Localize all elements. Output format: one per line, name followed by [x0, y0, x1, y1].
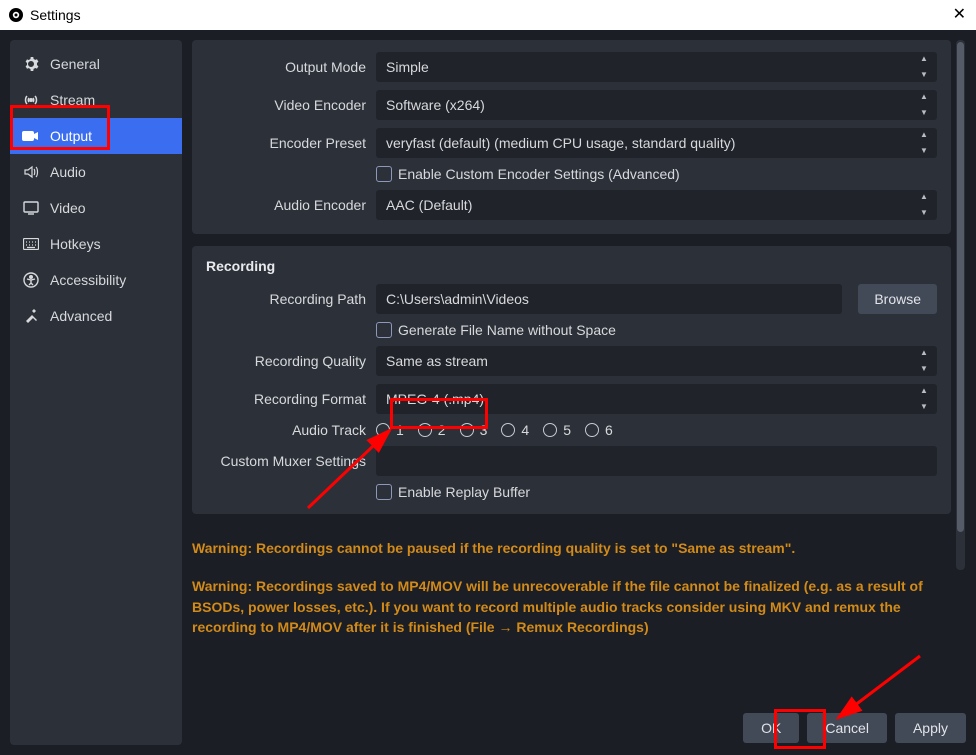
checkbox-label: Generate File Name without Space — [398, 322, 616, 338]
muxer-input[interactable] — [376, 446, 937, 476]
obs-icon — [8, 7, 24, 23]
select-value: Simple — [386, 59, 429, 75]
recording-format-select[interactable]: MPEG-4 (.mp4) ▲▼ — [376, 384, 937, 414]
sidebar: General Stream Output Audio Video Hotkey… — [10, 40, 182, 745]
close-icon[interactable]: ✕ — [953, 4, 966, 24]
audio-track-4[interactable]: 4 — [501, 422, 529, 438]
select-value: Same as stream — [386, 353, 488, 369]
checkbox-icon — [376, 484, 392, 500]
input-value: C:\Users\admin\Videos — [386, 291, 529, 307]
spinner-icon: ▲▼ — [915, 55, 933, 79]
spinner-icon: ▲▼ — [915, 193, 933, 217]
button-label: OK — [761, 720, 781, 736]
spinner-icon: ▲▼ — [915, 93, 933, 117]
spinner-icon: ▲▼ — [915, 387, 933, 411]
spinner-icon: ▲▼ — [915, 349, 933, 373]
sidebar-item-hotkeys[interactable]: Hotkeys — [10, 226, 182, 262]
audio-encoder-select[interactable]: AAC (Default) ▲▼ — [376, 190, 937, 220]
select-value: MPEG-4 (.mp4) — [386, 391, 484, 407]
warning-mp4: Warning: Recordings saved to MP4/MOV wil… — [192, 576, 932, 637]
audio-track-1[interactable]: 1 — [376, 422, 404, 438]
sidebar-item-label: Output — [50, 128, 92, 144]
custom-encoder-checkbox[interactable]: Enable Custom Encoder Settings (Advanced… — [376, 166, 680, 182]
radio-label: 1 — [396, 422, 404, 438]
checkbox-label: Enable Custom Encoder Settings (Advanced… — [398, 166, 680, 182]
window-title: Settings — [30, 7, 81, 23]
recording-path-input[interactable]: C:\Users\admin\Videos — [376, 284, 842, 314]
streaming-panel: Output Mode Simple ▲▼ Video Encoder Soft… — [192, 40, 951, 234]
radio-label: 2 — [438, 422, 446, 438]
audio-track-2[interactable]: 2 — [418, 422, 446, 438]
sidebar-item-label: Audio — [50, 164, 86, 180]
sidebar-item-video[interactable]: Video — [10, 190, 182, 226]
button-label: Apply — [913, 720, 948, 736]
sidebar-item-accessibility[interactable]: Accessibility — [10, 262, 182, 298]
select-value: veryfast (default) (medium CPU usage, st… — [386, 135, 735, 151]
output-icon — [22, 127, 40, 145]
audio-track-3[interactable]: 3 — [460, 422, 488, 438]
warning-pause: Warning: Recordings cannot be paused if … — [192, 538, 951, 558]
sidebar-item-audio[interactable]: Audio — [10, 154, 182, 190]
gear-icon — [22, 55, 40, 73]
replay-buffer-checkbox[interactable]: Enable Replay Buffer — [376, 484, 530, 500]
video-encoder-label: Video Encoder — [206, 97, 366, 113]
dialog-buttons: OK Cancel Apply — [743, 713, 966, 743]
recording-section-title: Recording — [206, 258, 937, 274]
cancel-button[interactable]: Cancel — [807, 713, 887, 743]
titlebar: Settings ✕ — [0, 0, 976, 30]
sidebar-item-label: Video — [50, 200, 86, 216]
gen-filename-checkbox[interactable]: Generate File Name without Space — [376, 322, 616, 338]
spinner-icon: ▲▼ — [915, 131, 933, 155]
sidebar-item-label: Accessibility — [50, 272, 126, 288]
button-label: Browse — [874, 291, 921, 307]
radio-label: 3 — [480, 422, 488, 438]
sidebar-item-stream[interactable]: Stream — [10, 82, 182, 118]
select-value: Software (x264) — [386, 97, 485, 113]
audio-track-label: Audio Track — [206, 422, 366, 438]
recording-quality-select[interactable]: Same as stream ▲▼ — [376, 346, 937, 376]
audio-track-5[interactable]: 5 — [543, 422, 571, 438]
sidebar-item-label: General — [50, 56, 100, 72]
output-mode-select[interactable]: Simple ▲▼ — [376, 52, 937, 82]
audio-encoder-label: Audio Encoder — [206, 197, 366, 213]
sidebar-item-advanced[interactable]: Advanced — [10, 298, 182, 334]
recording-panel: Recording Recording Path C:\Users\admin\… — [192, 246, 951, 514]
output-mode-label: Output Mode — [206, 59, 366, 75]
radio-label: 6 — [605, 422, 613, 438]
sidebar-item-general[interactable]: General — [10, 46, 182, 82]
radio-label: 5 — [563, 422, 571, 438]
keyboard-icon — [22, 235, 40, 253]
encoder-preset-label: Encoder Preset — [206, 135, 366, 151]
sidebar-item-label: Advanced — [50, 308, 112, 324]
sidebar-item-label: Hotkeys — [50, 236, 101, 252]
ok-button[interactable]: OK — [743, 713, 799, 743]
checkbox-icon — [376, 322, 392, 338]
browse-button[interactable]: Browse — [858, 284, 937, 314]
recording-quality-label: Recording Quality — [206, 353, 366, 369]
recording-path-label: Recording Path — [206, 291, 366, 307]
tools-icon — [22, 307, 40, 325]
scrollbar[interactable] — [956, 40, 965, 570]
muxer-label: Custom Muxer Settings — [206, 453, 366, 469]
checkbox-icon — [376, 166, 392, 182]
button-label: Cancel — [825, 720, 869, 736]
checkbox-label: Enable Replay Buffer — [398, 484, 530, 500]
radio-label: 4 — [521, 422, 529, 438]
select-value: AAC (Default) — [386, 197, 472, 213]
audio-track-radios: 1 2 3 4 5 6 — [376, 422, 613, 438]
monitor-icon — [22, 199, 40, 217]
accessibility-icon — [22, 271, 40, 289]
video-encoder-select[interactable]: Software (x264) ▲▼ — [376, 90, 937, 120]
sidebar-item-output[interactable]: Output — [10, 118, 182, 154]
sidebar-item-label: Stream — [50, 92, 95, 108]
apply-button[interactable]: Apply — [895, 713, 966, 743]
antenna-icon — [22, 91, 40, 109]
audio-track-6[interactable]: 6 — [585, 422, 613, 438]
encoder-preset-select[interactable]: veryfast (default) (medium CPU usage, st… — [376, 128, 937, 158]
recording-format-label: Recording Format — [206, 391, 366, 407]
speaker-icon — [22, 163, 40, 181]
